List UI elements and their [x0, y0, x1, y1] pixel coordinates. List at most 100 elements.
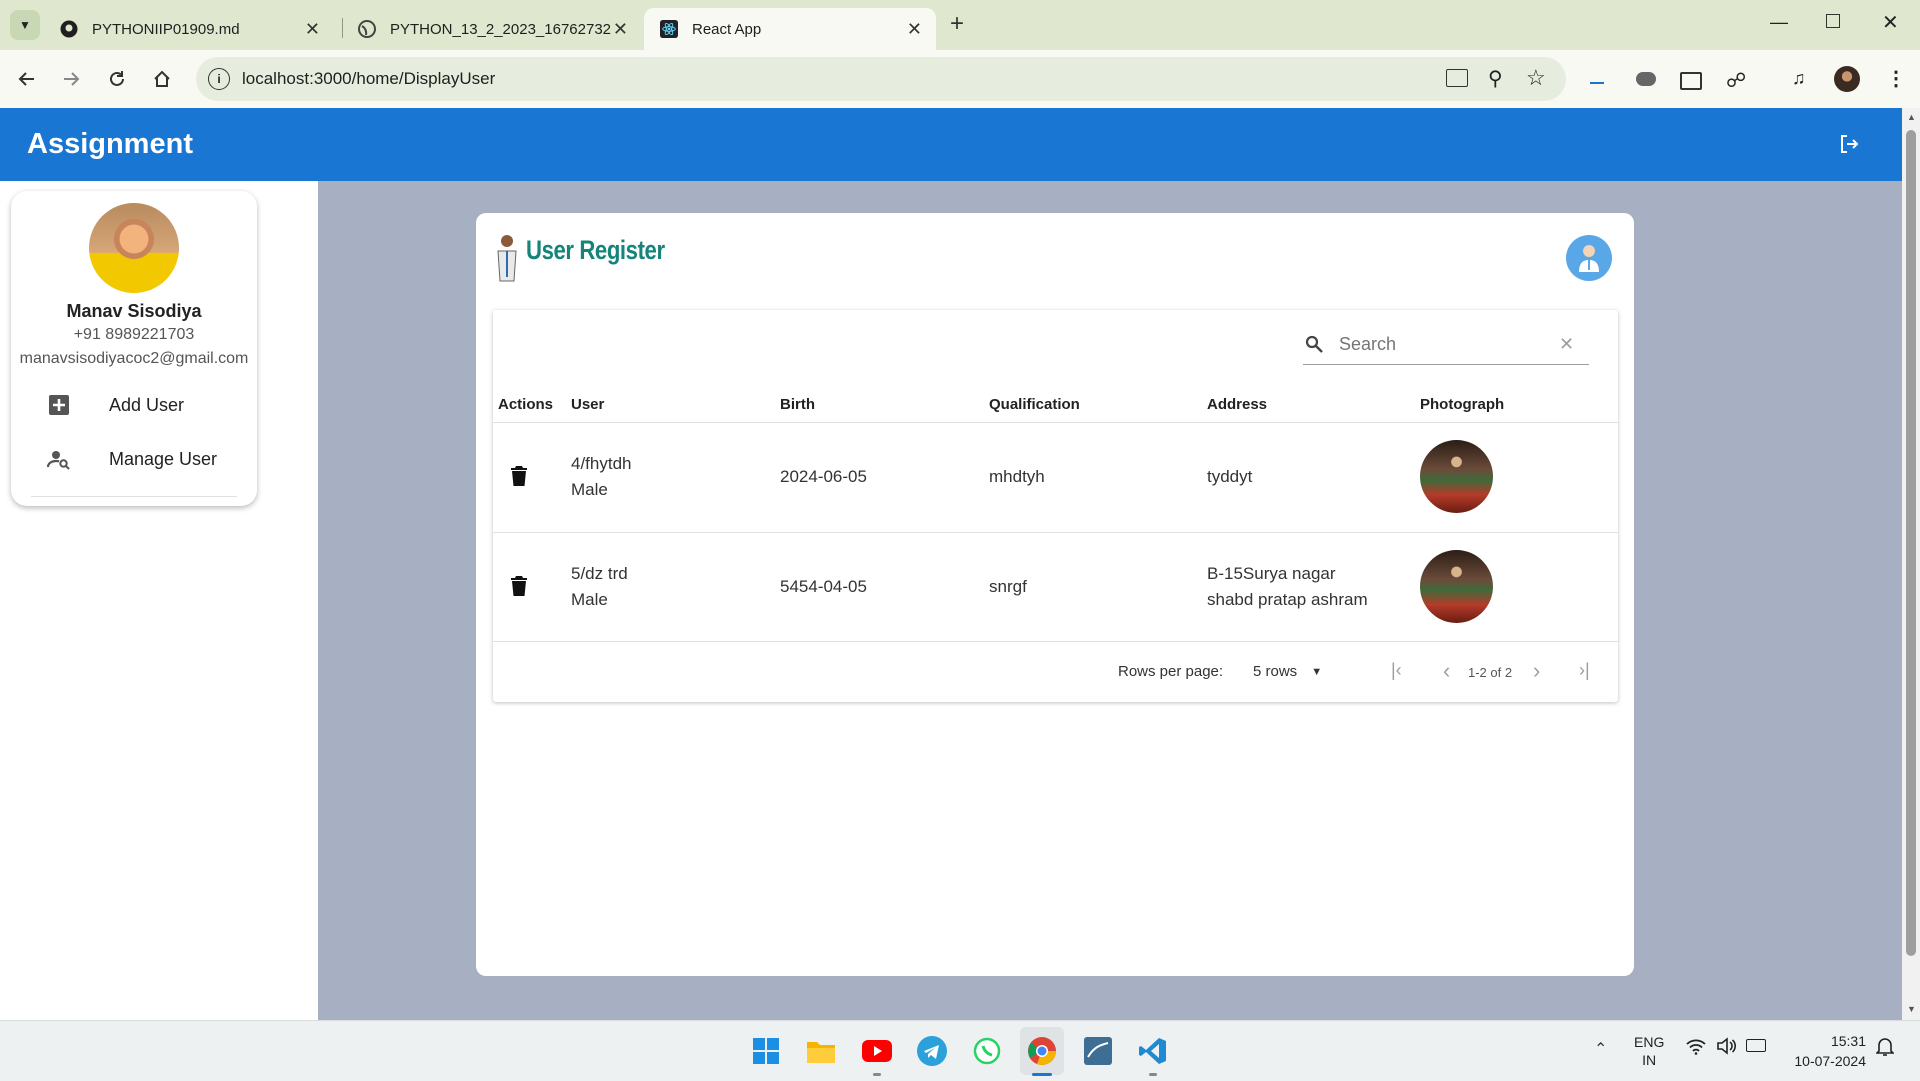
rows-per-page-select[interactable]: 5 rows ▼ — [1253, 663, 1322, 680]
browser-toolbar: i localhost:3000/home/DisplayUser ⚲ ☆ ☍ … — [0, 50, 1920, 108]
last-page-icon[interactable]: ›| — [1579, 660, 1590, 681]
list-users-avatar-icon[interactable] — [1566, 235, 1612, 281]
profile-avatar-icon[interactable] — [1834, 66, 1860, 92]
clock[interactable]: 15:31 10-07-2024 — [1782, 1031, 1866, 1071]
running-indicator — [1149, 1073, 1157, 1076]
close-tab-icon[interactable]: ✕ — [613, 19, 628, 40]
search-icon — [1305, 335, 1329, 353]
pagination-range: 1-2 of 2 — [1468, 665, 1513, 680]
volume-icon[interactable] — [1716, 1037, 1737, 1060]
search-input[interactable] — [1337, 332, 1551, 356]
region-code: IN — [1642, 1052, 1657, 1068]
clock-date: 10-07-2024 — [1794, 1053, 1866, 1069]
app-header: Assignment — [0, 108, 1902, 181]
mysql-workbench-icon[interactable] — [1082, 1035, 1114, 1067]
extension-icon[interactable] — [1590, 82, 1604, 84]
column-header-birth[interactable]: Birth — [780, 396, 815, 413]
users-table: ✕ Actions User Birth Qualification Addre… — [493, 310, 1618, 702]
scroll-up-icon[interactable]: ▲ — [1907, 112, 1916, 122]
tab-title: React App — [692, 20, 762, 38]
tab-search-button[interactable]: ▼ — [10, 10, 40, 40]
forward-icon[interactable] — [56, 64, 86, 94]
zoom-icon[interactable]: ⚲ — [1488, 66, 1503, 91]
install-app-icon[interactable] — [1446, 69, 1468, 87]
clock-time: 15:31 — [1830, 1033, 1866, 1049]
notification-bell-icon[interactable] — [1875, 1037, 1895, 1062]
sidebar-item-manage-user[interactable]: Manage User — [47, 439, 217, 479]
user-cell: 4/fhytdh Male — [571, 451, 632, 503]
github-icon — [60, 20, 78, 38]
restore-icon[interactable] — [1826, 14, 1840, 28]
user-register-card: User Register ✕ Actions User Birth Quali… — [476, 213, 1634, 976]
dropdown-arrow-icon: ▼ — [1311, 665, 1323, 678]
search-field[interactable]: ✕ — [1303, 324, 1589, 365]
profile-phone: +91 8989221703 — [73, 326, 195, 343]
table-row: 5/dz trd Male 5454-04-05 snrgf B-15Surya… — [493, 532, 1618, 642]
user-photo — [1420, 440, 1493, 513]
vscode-icon[interactable] — [1137, 1035, 1169, 1067]
windows-taskbar: ⌃ ENG IN 15:31 10-07-2024 — [0, 1020, 1920, 1081]
address-bar[interactable]: i localhost:3000/home/DisplayUser ⚲ ☆ — [196, 57, 1566, 101]
language-indicator[interactable]: ENG IN — [1634, 1033, 1664, 1069]
youtube-icon[interactable] — [861, 1035, 893, 1067]
qualification-cell: mhdtyh — [989, 467, 1045, 486]
manage-accounts-icon — [47, 447, 71, 471]
scroll-down-icon[interactable]: ▼ — [1907, 1004, 1916, 1014]
battery-icon[interactable] — [1746, 1039, 1766, 1052]
first-page-icon[interactable]: |‹ — [1391, 660, 1402, 681]
column-header-actions[interactable]: Actions — [498, 396, 553, 413]
close-tab-icon[interactable]: ✕ — [907, 19, 922, 40]
bookmark-star-icon[interactable]: ☆ — [1526, 65, 1546, 91]
whatsapp-icon[interactable] — [971, 1035, 1003, 1067]
profile-name: Manav Sisodiya — [66, 301, 202, 321]
rows-per-page-label: Rows per page: — [1118, 663, 1224, 680]
telegram-icon[interactable] — [916, 1035, 948, 1067]
sidebar-item-add-user[interactable]: Add User — [47, 385, 184, 425]
media-controls-icon[interactable]: ♫ — [1792, 68, 1806, 89]
file-explorer-icon[interactable] — [805, 1035, 837, 1067]
logout-icon[interactable] — [1837, 132, 1861, 161]
address-line: B-15Surya nagar — [1207, 564, 1336, 583]
column-header-photograph[interactable]: Photograph — [1420, 396, 1504, 413]
site-info-icon[interactable]: i — [208, 68, 230, 90]
globe-icon — [358, 20, 376, 38]
chevron-down-icon: ▼ — [19, 18, 31, 32]
back-icon[interactable] — [12, 64, 42, 94]
close-window-icon[interactable]: ✕ — [1882, 10, 1899, 35]
clear-search-icon[interactable]: ✕ — [1559, 334, 1574, 355]
address-cell: B-15Surya nagar shabd pratap ashram — [1207, 561, 1368, 613]
language-code: ENG — [1634, 1034, 1665, 1050]
chrome-icon[interactable] — [1026, 1035, 1058, 1067]
reload-icon[interactable] — [102, 64, 132, 94]
browser-tab-1[interactable]: PYTHONIIP01909.md ✕ — [44, 8, 334, 50]
cloud-extension-icon[interactable] — [1636, 72, 1656, 86]
divider — [31, 496, 237, 497]
column-header-address[interactable]: Address — [1207, 396, 1267, 413]
running-indicator — [873, 1073, 881, 1076]
new-tab-button[interactable]: + — [950, 10, 964, 38]
chevron-up-icon[interactable]: ⌃ — [1594, 1039, 1607, 1059]
extensions-puzzle-icon[interactable]: ☍ — [1726, 68, 1746, 93]
close-tab-icon[interactable]: ✕ — [305, 19, 320, 40]
profile-card: Manav Sisodiya +91 8989221703 manavsisod… — [11, 191, 257, 506]
url-text[interactable]: localhost:3000/home/DisplayUser — [242, 69, 495, 89]
delete-icon[interactable] — [511, 576, 527, 601]
profile-email: manavsisodiyacoc2@gmail.com — [19, 350, 249, 367]
wifi-icon[interactable] — [1686, 1039, 1706, 1060]
browser-tab-2[interactable]: PYTHON_13_2_2023_16762732 ✕ — [342, 8, 642, 50]
minimize-icon[interactable]: — — [1770, 12, 1788, 33]
column-header-user[interactable]: User — [571, 396, 604, 413]
qualification-cell: snrgf — [989, 577, 1027, 596]
windows-start-icon[interactable] — [750, 1035, 782, 1067]
home-icon[interactable] — [147, 64, 177, 94]
previous-page-icon[interactable]: ‹ — [1443, 658, 1450, 684]
page-scrollbar[interactable]: ▲ ▼ — [1902, 108, 1920, 1020]
browser-menu-icon[interactable]: ⋮ — [1886, 66, 1906, 91]
tab-title: PYTHONIIP01909.md — [92, 20, 240, 38]
browser-tab-3-active[interactable]: React App ✕ — [644, 8, 936, 50]
column-header-qualification[interactable]: Qualification — [989, 396, 1080, 413]
picture-in-picture-icon[interactable] — [1680, 72, 1702, 90]
scrollbar-thumb[interactable] — [1906, 130, 1916, 956]
next-page-icon[interactable]: › — [1533, 658, 1540, 684]
delete-icon[interactable] — [511, 466, 527, 491]
